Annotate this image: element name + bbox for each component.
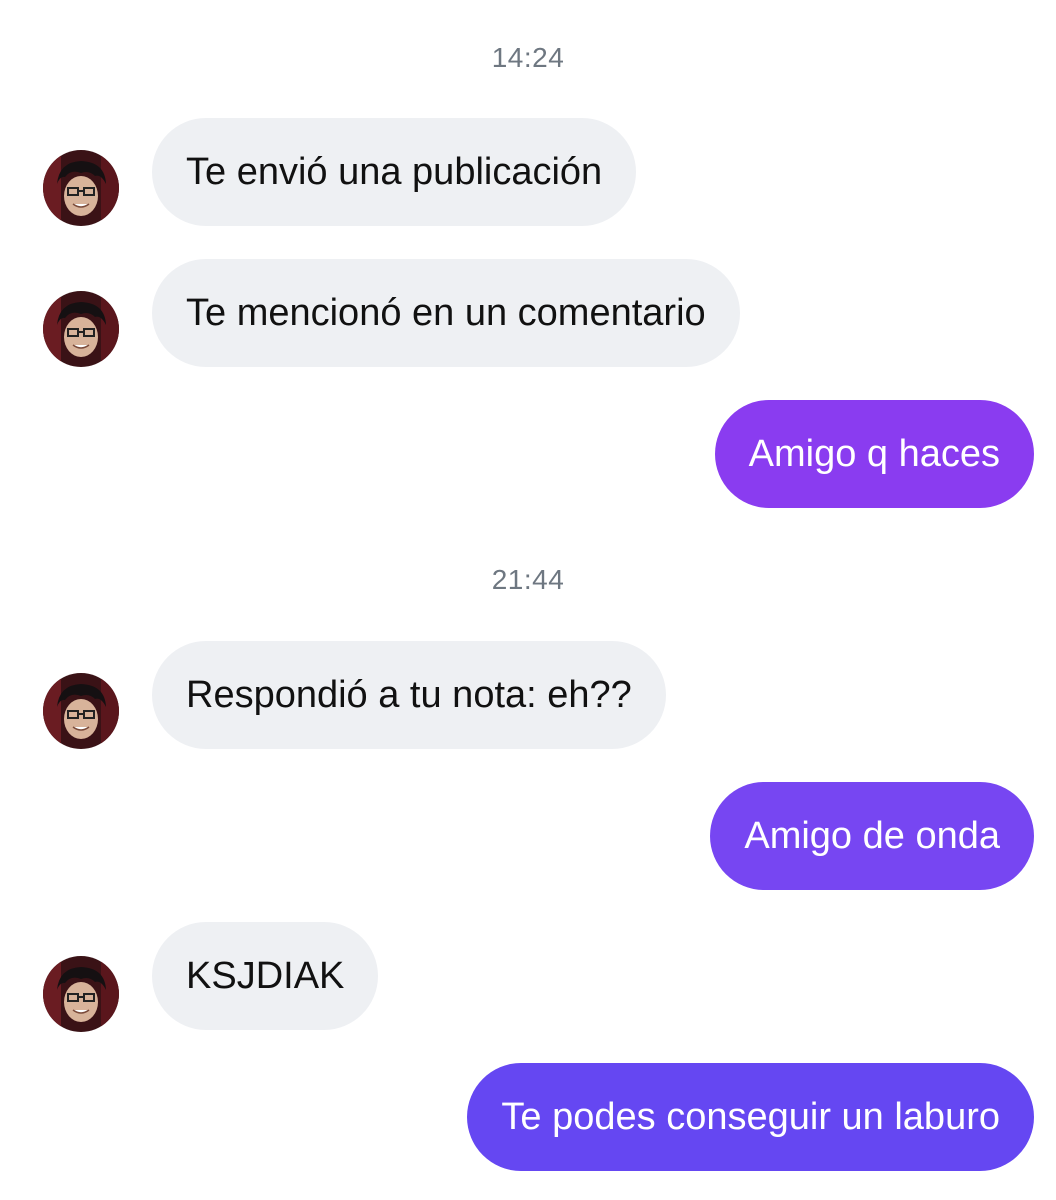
message-row-outgoing: Amigo q haces <box>0 400 1056 508</box>
message-bubble-incoming[interactable]: Te envió una publicación <box>152 118 637 226</box>
profile-photo-icon <box>43 956 119 1032</box>
message-bubble-incoming[interactable]: KSJDIAK <box>152 922 379 1030</box>
avatar[interactable] <box>43 956 119 1032</box>
message-row-incoming: Te envió una publicación <box>0 118 1056 226</box>
avatar[interactable] <box>43 291 119 367</box>
profile-photo-icon <box>43 673 119 749</box>
avatar[interactable] <box>43 150 119 226</box>
avatar[interactable] <box>43 673 119 749</box>
message-bubble-outgoing[interactable]: Amigo de onda <box>710 782 1034 890</box>
timestamp: 14:24 <box>491 42 565 73</box>
profile-photo-icon <box>43 291 119 367</box>
timestamp: 21:44 <box>491 564 565 595</box>
message-row-incoming: Respondió a tu nota: eh?? <box>0 641 1056 749</box>
message-row-outgoing: Te podes conseguir un laburo <box>0 1063 1056 1171</box>
profile-photo-icon <box>43 150 119 226</box>
message-bubble-incoming[interactable]: Respondió a tu nota: eh?? <box>152 641 666 749</box>
message-row-outgoing: Amigo de onda <box>0 782 1056 890</box>
message-bubble-outgoing[interactable]: Te podes conseguir un laburo <box>467 1063 1034 1171</box>
message-bubble-incoming[interactable]: Te mencionó en un comentario <box>152 259 740 367</box>
message-bubble-outgoing[interactable]: Amigo q haces <box>714 400 1034 508</box>
message-row-incoming: KSJDIAK <box>0 922 1056 1032</box>
message-row-incoming: Te mencionó en un comentario <box>0 259 1056 367</box>
